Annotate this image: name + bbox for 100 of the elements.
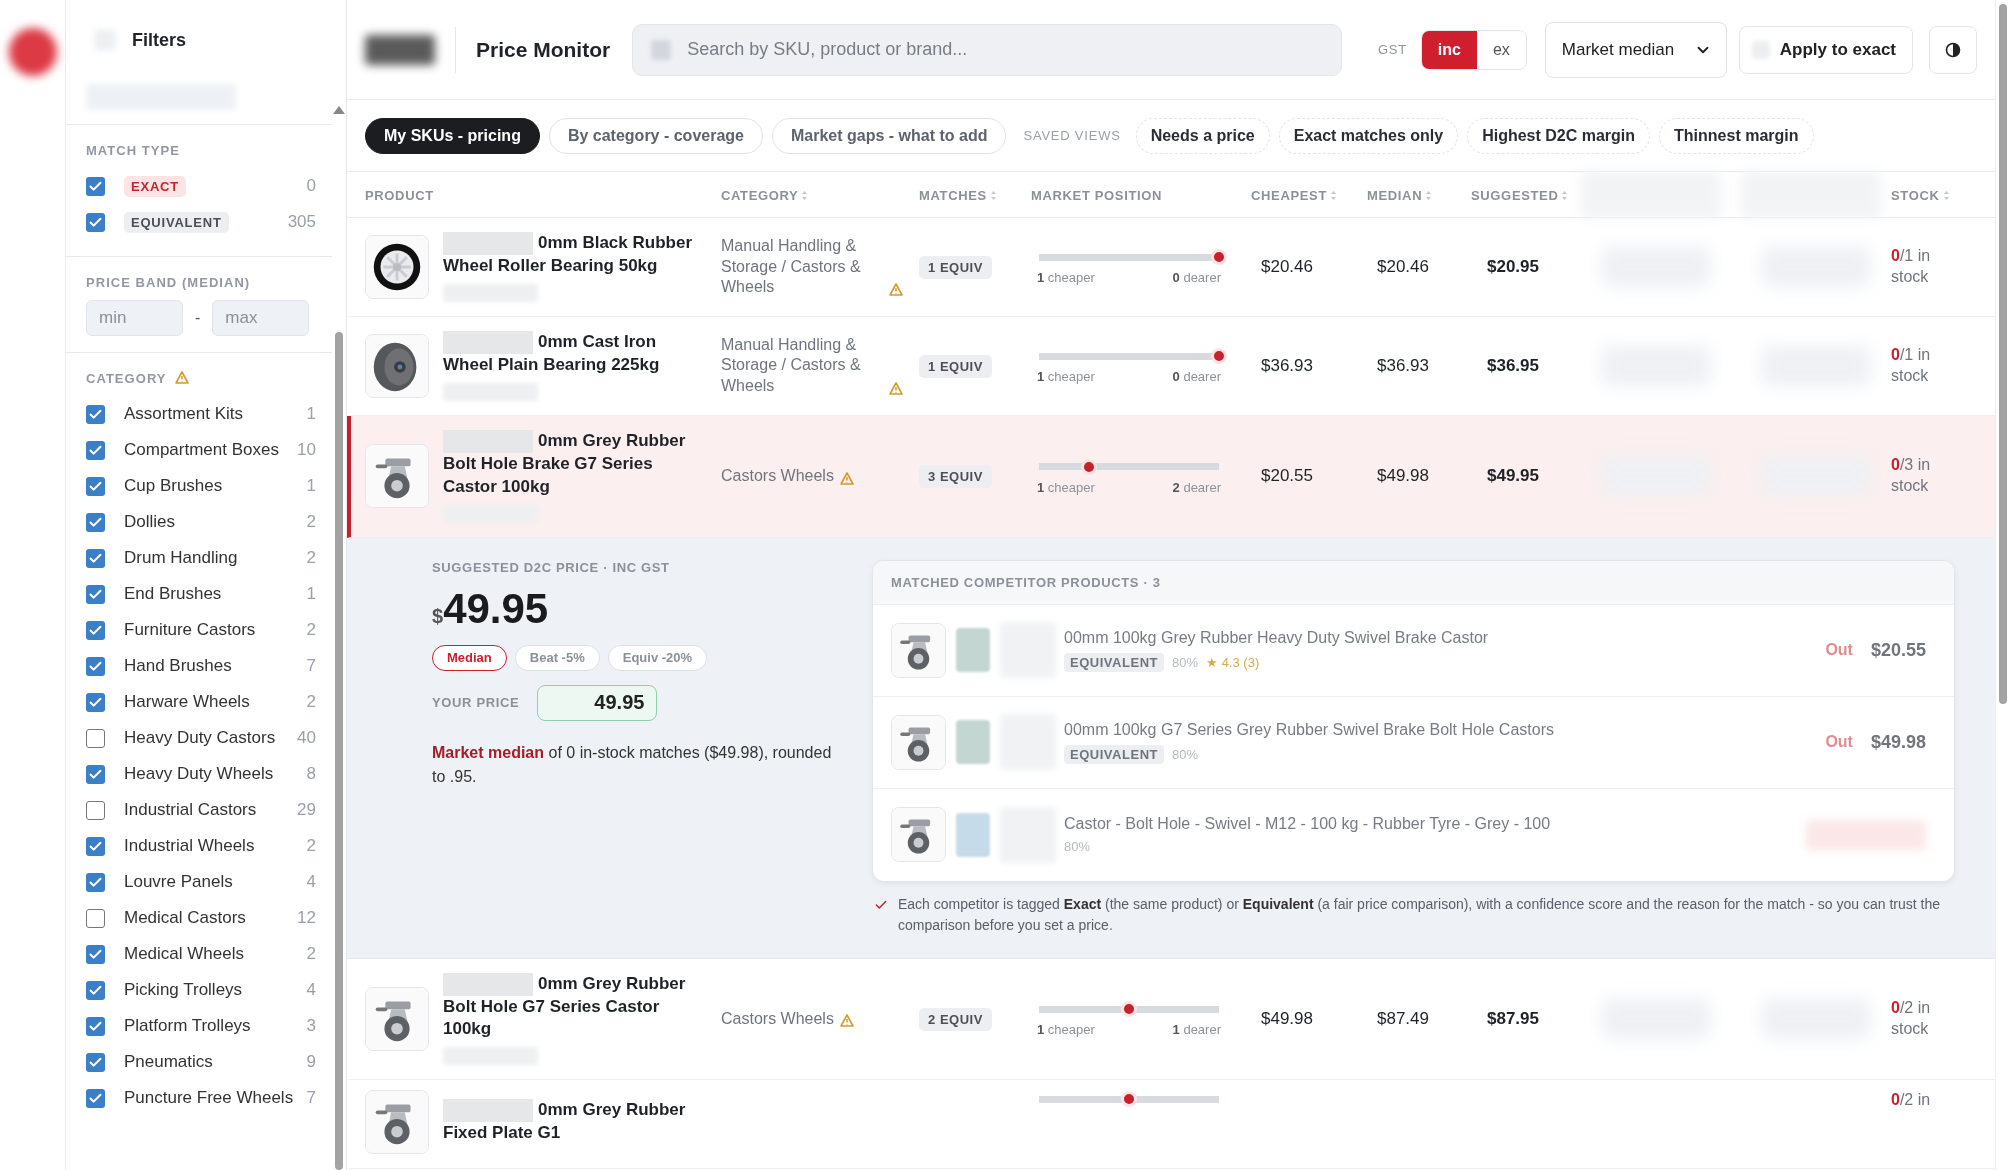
range-separator: -: [195, 309, 201, 327]
category-option[interactable]: Dollies: [124, 512, 301, 532]
suggested-price-display: $49.95: [432, 584, 550, 633]
section-heading: PRICE BAND (MEDIAN): [86, 275, 251, 290]
stock-status: Out: [1825, 733, 1853, 752]
cheaper-count: 1 cheaper: [1037, 479, 1095, 495]
section-heading: CATEGORY: [86, 371, 167, 386]
price-explanation: Market median of 0 in-stock matches ($49.98), rounded to .95.: [432, 742, 832, 787]
category-option[interactable]: Industrial Castors: [124, 800, 292, 820]
checkbox[interactable]: [86, 836, 105, 856]
column-header: MARKET POSITION: [1031, 187, 1163, 203]
checkbox[interactable]: [86, 656, 105, 676]
cheaper-count: 1 cheaper: [1037, 270, 1095, 286]
checkbox[interactable]: [86, 1088, 105, 1108]
checkbox[interactable]: [86, 692, 105, 712]
item-count: 4: [305, 872, 316, 892]
category-option[interactable]: Assortment Kits: [124, 404, 301, 424]
checkbox[interactable]: [86, 944, 105, 964]
min-price-field[interactable]: min: [86, 300, 183, 336]
theme-toggle-button[interactable]: [1929, 25, 1977, 74]
logo-icon[interactable]: [8, 28, 57, 76]
category-option[interactable]: Louvre Panels: [124, 872, 301, 892]
dearer-count: 0 dearer: [1172, 270, 1221, 286]
gst-label: GST: [1378, 42, 1407, 57]
section-heading: MATCH TYPE: [86, 143, 180, 158]
category-option[interactable]: Medical Castors: [124, 908, 292, 928]
checkbox[interactable]: [86, 800, 105, 820]
match-count-badge: 3 EQUIV: [919, 465, 992, 489]
category-option[interactable]: Pneumatics: [124, 1052, 301, 1072]
checkbox[interactable]: [86, 476, 105, 496]
suggested-price: $49.95: [1486, 466, 1539, 486]
category-option[interactable]: Compartment Boxes: [124, 440, 292, 460]
category-option[interactable]: End Brushes: [124, 584, 301, 604]
checkbox[interactable]: [86, 404, 105, 424]
table-row[interactable]: 0mm Grey Rubber Bolt Hole Brake G7 Series Castor 100kg Castors Wheels 3 EQUIV 1 cheaper 2 dearer $20.55 $49.98 $49.95 0/3 in stock: [347, 415, 1995, 538]
max-price-field[interactable]: max: [212, 300, 310, 336]
checkbox[interactable]: [86, 212, 105, 232]
checkbox[interactable]: [86, 440, 105, 460]
category-option[interactable]: Medical Wheels: [124, 944, 301, 964]
logo-icon[interactable]: [365, 34, 435, 65]
checkbox[interactable]: [86, 872, 105, 892]
view-tab[interactable]: By category - coverage: [548, 117, 763, 154]
rating-text: ★ 4.3 (3): [1206, 654, 1260, 670]
scrollbar[interactable]: [1995, 0, 2010, 1170]
saved-view-chip[interactable]: Highest D2C margin: [1467, 117, 1651, 154]
saved-view-chip[interactable]: Thinnest margin: [1659, 117, 1814, 154]
view-tab[interactable]: My SKUs - pricing: [365, 117, 540, 154]
competitor-name[interactable]: 00mm 100kg G7 Series Grey Rubber Swivel Brake Bolt Hole Castors: [1064, 720, 1554, 739]
checkbox[interactable]: [86, 512, 105, 532]
cheaper-count: 1 cheaper: [1037, 1022, 1095, 1038]
category-option[interactable]: Industrial Wheels: [124, 836, 301, 856]
competitor-name[interactable]: Castor - Bolt Hole - Swivel - M12 - 100 kg - Rubber Tyre - Grey - 100: [1064, 815, 1551, 834]
dearer-count: 1 dearer: [1172, 1022, 1221, 1038]
item-count: 1: [305, 476, 316, 496]
category-option[interactable]: Heavy Duty Wheels: [124, 764, 301, 784]
item-count: 40: [296, 728, 316, 748]
saved-views-label: SAVED VIEWS: [1023, 128, 1121, 143]
category-option[interactable]: Platform Trolleys: [124, 1016, 301, 1036]
checkbox[interactable]: [86, 620, 105, 640]
item-count: 1: [305, 584, 316, 604]
match-tag: EQUIVALENT: [1064, 652, 1165, 672]
competitor-name[interactable]: 00mm 100kg Grey Rubber Heavy Duty Swivel Brake Castor: [1064, 628, 1489, 647]
checkbox[interactable]: [86, 176, 105, 196]
category-option[interactable]: Picking Trolleys: [124, 980, 301, 1000]
category-text: Castors Wheels: [721, 1008, 834, 1029]
contrast-icon: [1945, 41, 1961, 58]
category-option[interactable]: Hand Brushes: [124, 656, 301, 676]
gst-toggle[interactable]: inc: [1421, 30, 1477, 69]
confidence-text: 80%: [1064, 839, 1091, 855]
category-option[interactable]: Cup Brushes: [124, 476, 301, 496]
cheapest-price: $49.98: [1260, 1008, 1313, 1028]
checkbox[interactable]: [86, 728, 105, 748]
category-option[interactable]: Puncture Free Wheels: [124, 1088, 301, 1108]
checkbox[interactable]: [86, 1052, 105, 1072]
item-count: 2: [305, 692, 316, 712]
checkbox[interactable]: [86, 908, 105, 928]
item-count: 8: [305, 764, 316, 784]
saved-view-chip[interactable]: Exact matches only: [1278, 117, 1459, 154]
view-tab[interactable]: Market gaps - what to add: [772, 117, 1007, 154]
item-count: 7: [305, 1088, 316, 1108]
checkbox[interactable]: [86, 764, 105, 784]
category-option[interactable]: Heavy Duty Castors: [124, 728, 292, 748]
pricing-method-chip[interactable]: Median: [432, 644, 507, 671]
checkbox[interactable]: [86, 1016, 105, 1036]
sidebar-title: Filters: [132, 29, 187, 51]
your-price-field[interactable]: 49.95: [537, 684, 658, 721]
category-option[interactable]: Furniture Castors: [124, 620, 301, 640]
price-basis-select[interactable]: Market median: [1544, 21, 1727, 78]
match-type-tag: EQUIVALENT: [124, 211, 229, 233]
checkbox[interactable]: [86, 584, 105, 604]
category-option[interactable]: Harware Wheels: [124, 692, 301, 712]
cheapest-price: $20.46: [1260, 256, 1313, 276]
checkbox[interactable]: [86, 548, 105, 568]
category-option[interactable]: Drum Handling: [124, 548, 301, 568]
apply-button[interactable]: Apply to exact: [1738, 25, 1913, 74]
item-count: 2: [305, 548, 316, 568]
saved-view-chip[interactable]: Needs a price: [1135, 117, 1270, 154]
item-count: 29: [296, 800, 316, 820]
checkbox[interactable]: [86, 980, 105, 1000]
item-count: 0: [305, 176, 316, 196]
